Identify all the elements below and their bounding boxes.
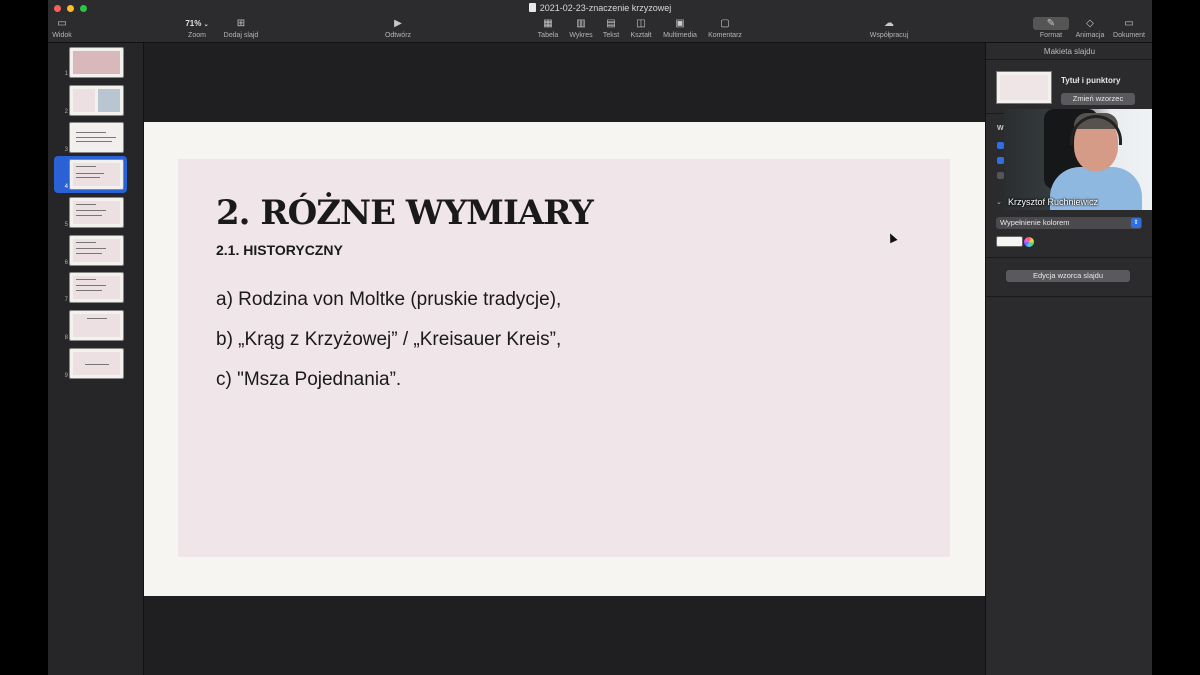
format-button[interactable]: ✎ Format [1033,17,1069,39]
shape-button[interactable]: ◫ Kształt [627,17,655,39]
slide-bullet-a[interactable]: a) Rodzina von Moltke (pruskie tradycje)… [216,289,561,311]
animate-icon: ◇ [1086,18,1094,29]
video-call-overlay: Krzysztof Ruchniewicz [1004,109,1152,210]
chart-button[interactable]: ▥ Wykres [567,17,595,39]
slide-number: 9 [64,373,68,379]
divider [986,59,1152,60]
divider [986,257,1152,258]
fill-type-value: Wypełnienie kolorem [1000,218,1070,227]
slide-subtitle[interactable]: 2.1. HISTORYCZNY [216,242,343,258]
media-button[interactable]: ▣ Multimedia [660,17,700,39]
animate-label: Animacja [1075,32,1105,39]
table-button[interactable]: ▦ Tabela [534,17,562,39]
format-label: Format [1039,32,1063,39]
section-label: W [997,125,1004,132]
document-button[interactable]: ▭ Dokument [1111,17,1147,39]
paintbrush-icon: ✎ [1033,17,1069,30]
table-label: Tabela [537,32,559,39]
sidebar-icon: ▭ [57,18,67,29]
document-label: Dokument [1113,32,1145,39]
slide-number: 4 [64,184,68,190]
add-slide-label: Dodaj slajd [223,32,259,39]
slide-thumbnail-1[interactable] [69,47,124,78]
media-icon: ▣ [675,18,685,29]
slide-thumbnail-7[interactable] [69,272,124,303]
select-arrows-icon: ⇕ [1131,218,1141,228]
document-icon [528,3,536,12]
slide-number: 6 [64,260,68,266]
comment-icon: ▢ [720,18,730,29]
participant-name: Krzysztof Ruchniewicz [1008,197,1099,207]
comment-button[interactable]: ▢ Komentarz [704,17,746,39]
slide-number-checkbox[interactable] [997,172,1004,179]
view-button[interactable]: ▭ Widok [50,17,74,39]
keynote-window: 2021-02-23-znaczenie krzyzowej ▭ Widok 7… [48,0,1152,675]
view-label: Widok [52,32,72,39]
toolbar: 2021-02-23-znaczenie krzyzowej ▭ Widok 7… [48,0,1152,43]
title-checkbox[interactable] [997,142,1004,149]
play-button[interactable]: ▶ Odtwórz [381,17,415,39]
media-label: Multimedia [663,32,697,39]
chart-label: Wykres [569,32,593,39]
divider [986,296,1152,297]
slide-bullet-c[interactable]: c) "Msza Pojednania”. [216,369,401,391]
collaborate-icon: ☁ [884,18,894,29]
add-slide-button[interactable]: ⊞ Dodaj slajd [221,17,261,39]
slide-thumbnail-4[interactable] [69,159,124,190]
fill-color-swatch[interactable] [996,236,1023,247]
color-wheel-icon[interactable] [1024,237,1034,247]
window-title-text: 2021-02-23-znaczenie krzyzowej [539,3,672,13]
slide-thumbnail-6[interactable] [69,235,124,266]
master-thumbnail[interactable] [996,71,1052,104]
slide-navigator: 1 2 3 4 5 6 7 8 9 [48,43,144,675]
slide-canvas[interactable]: 2. RÓŻNE WYMIARY 2.1. HISTORYCZNY a) Rod… [144,43,985,675]
zoom-value: 71% [185,19,202,28]
slide-number: 2 [64,109,68,115]
text-label: Tekst [602,32,620,39]
master-name: Tytuł i punktory [1061,76,1121,85]
current-slide[interactable]: 2. RÓŻNE WYMIARY 2.1. HISTORYCZNY a) Rod… [144,122,985,596]
chevron-down-icon[interactable]: ⌄ [996,198,1002,206]
play-icon: ▶ [394,18,402,29]
slide-thumbnail-2[interactable] [69,85,124,116]
edit-master-slide-button[interactable]: Edycja wzorca slajdu [1006,270,1130,282]
slide-thumbnail-9[interactable] [69,348,124,379]
inspector-header: Makieta slajdu [1043,47,1096,56]
collaborate-button[interactable]: ☁ Współpracuj [863,17,915,39]
play-label: Odtwórz [384,32,412,39]
animate-button[interactable]: ◇ Animacja [1073,17,1107,39]
fill-type-select[interactable]: Wypełnienie kolorem ⇕ [996,217,1142,229]
slide-number: 5 [64,222,68,228]
slide-thumbnail-8[interactable] [69,310,124,341]
shape-icon: ◫ [636,18,646,29]
window-title: 2021-02-23-znaczenie krzyzowej [48,3,1152,13]
add-slide-icon: ⊞ [236,18,246,29]
slide-number: 8 [64,335,68,341]
text-button[interactable]: ▤ Tekst [599,17,623,39]
slide-title[interactable]: 2. RÓŻNE WYMIARY [216,193,594,233]
chevron-down-icon: ⌄ [203,22,209,28]
slide-content-panel: 2. RÓŻNE WYMIARY 2.1. HISTORYCZNY a) Rod… [178,159,950,557]
table-icon: ▦ [543,18,553,29]
change-master-button[interactable]: Zmień wzorzec [1061,93,1135,105]
slide-number: 1 [64,71,68,77]
comment-label: Komentarz [708,32,742,39]
slide-thumbnail-5[interactable] [69,197,124,228]
slide-number: 3 [64,147,68,153]
slide-bullet-b[interactable]: b) „Krąg z Krzyżowej” / „Kreisauer Kreis… [216,329,561,351]
zoom-button[interactable]: 71% ⌄ Zoom [180,17,214,39]
text-icon: ▤ [606,18,616,29]
body-checkbox[interactable] [997,157,1004,164]
slide-thumbnail-3[interactable] [69,122,124,153]
zoom-label: Zoom [188,32,206,39]
collaborate-label: Współpracuj [869,32,909,39]
chart-icon: ▥ [576,18,586,29]
shape-label: Kształt [630,32,652,39]
document-panel-icon: ▭ [1124,18,1134,29]
slide-number: 7 [64,297,68,303]
